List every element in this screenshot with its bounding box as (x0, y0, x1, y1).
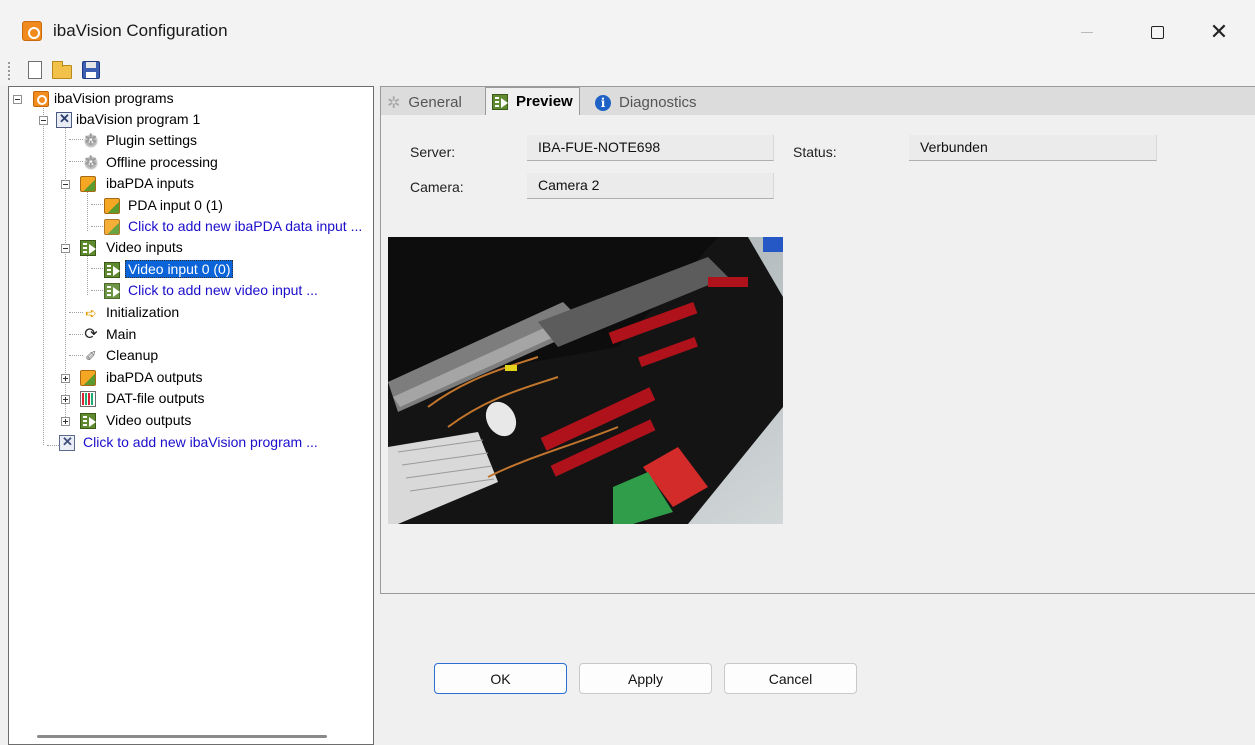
toolbar (0, 54, 1255, 86)
tree-item-label: Cleanup (106, 347, 159, 363)
add-program-icon (59, 434, 75, 451)
minimize-icon (1081, 31, 1093, 33)
save-button[interactable] (80, 59, 102, 81)
tree-item-label: ibaPDA outputs (106, 369, 203, 385)
tree-item-label: Main (106, 326, 137, 342)
tree-item-plugin-settings[interactable]: Plugin settings (9, 130, 369, 152)
tree-item-video-input-0[interactable]: Video input 0 (0) (9, 260, 369, 281)
open-file-button[interactable] (51, 59, 73, 81)
expand-icon[interactable] (61, 417, 70, 426)
title-bar: ibaVision Configuration ✕ (0, 0, 1255, 54)
pda-input-icon (80, 176, 96, 192)
tree-item-dat-outputs[interactable]: DAT-file outputs (9, 389, 369, 410)
tree-item-label: Initialization (106, 304, 180, 320)
tree-item-main[interactable]: ⟳ Main (9, 325, 369, 346)
add-pda-input-icon (104, 219, 120, 235)
camera-preview-image (388, 237, 783, 524)
close-button[interactable]: ✕ (1196, 12, 1242, 52)
status-field: Verbunden (909, 135, 1157, 161)
broom-icon: ✐ (85, 348, 97, 364)
apply-button[interactable]: Apply (579, 663, 712, 694)
tree-item-label: DAT-file outputs (106, 390, 205, 406)
tab-label: Diagnostics (619, 94, 697, 111)
cancel-button[interactable]: Cancel (724, 663, 857, 694)
new-file-icon (28, 61, 42, 79)
pda-output-icon (80, 370, 96, 386)
camera-preview-image (388, 237, 783, 524)
gear-icon (83, 152, 99, 172)
expand-icon[interactable] (61, 395, 70, 404)
tree-item-label: Click to add new ibaPDA data input ... (128, 218, 363, 234)
camera-field: Camera 2 (527, 173, 774, 199)
tree-item-video-inputs[interactable]: Video inputs (9, 238, 369, 259)
maximize-icon (1150, 25, 1164, 39)
collapse-icon[interactable] (61, 180, 70, 189)
tab-general[interactable]: ✲ General (387, 90, 462, 115)
server-label: Server: (410, 144, 456, 160)
program-icon (56, 111, 72, 128)
tree-item-label: ibaVision program 1 (76, 111, 201, 127)
tree-item-video-outputs[interactable]: Video outputs (9, 411, 369, 432)
tab-diagnostics[interactable]: i Diagnostics (595, 90, 697, 115)
save-icon (82, 61, 100, 79)
tree-item-label: Click to add new ibaVision program ... (83, 434, 318, 450)
video-input-icon (104, 262, 120, 278)
server-field: IBA-FUE-NOTE698 (527, 135, 774, 161)
tab-strip: ✲ General Preview i Diagnostics (381, 87, 1255, 115)
tree-item-ibavision-programs[interactable]: ibaVision programs (9, 89, 369, 110)
video-output-icon (80, 413, 96, 429)
collapse-icon[interactable] (39, 116, 48, 125)
refresh-icon: ⟳ (84, 326, 98, 343)
tree-item-label: ibaPDA inputs (106, 175, 194, 191)
tree-item-label: Video inputs (106, 239, 183, 255)
tree-item-pda-inputs[interactable]: ibaPDA inputs (9, 174, 369, 195)
tab-preview[interactable]: Preview (485, 87, 580, 115)
gear-icon: ✲ (387, 94, 401, 112)
toolbar-grip[interactable] (8, 62, 10, 80)
arrow-right-icon: ➪ (85, 305, 97, 321)
collapse-icon[interactable] (13, 95, 22, 104)
video-icon (492, 93, 508, 110)
tree-item-pda-outputs[interactable]: ibaPDA outputs (9, 368, 369, 389)
tree-item-label: Offline processing (106, 154, 218, 170)
tree-item-program-1[interactable]: ibaVision program 1 (9, 110, 369, 131)
expand-icon[interactable] (61, 374, 70, 383)
properties-pane: ✲ General Preview i Diagnostics Server: … (380, 86, 1255, 594)
minimize-button[interactable] (1064, 12, 1110, 52)
tree-item-add-program[interactable]: Click to add new ibaVision program ... (9, 433, 369, 454)
add-video-input-icon (104, 283, 120, 299)
tree-item-label: Video input 0 (0) (125, 260, 234, 278)
pda-input-icon (104, 198, 120, 214)
tree-item-pda-input-0[interactable]: PDA input 0 (1) (9, 196, 369, 217)
status-label: Status: (793, 144, 837, 160)
new-file-button[interactable] (24, 59, 46, 81)
tree-item-label: Plugin settings (106, 132, 198, 148)
info-icon: i (595, 94, 611, 111)
video-input-icon (80, 240, 96, 256)
tree-item-label: Video outputs (106, 412, 192, 428)
tree-item-label: ibaVision programs (54, 90, 174, 106)
ok-button[interactable]: OK (434, 663, 567, 694)
camera-label: Camera: (410, 179, 464, 195)
collapse-icon[interactable] (61, 244, 70, 253)
ibavision-icon (33, 91, 49, 107)
gear-icon (83, 130, 99, 150)
maximize-button[interactable] (1134, 12, 1180, 52)
close-icon: ✕ (1209, 19, 1229, 44)
tab-label: General (408, 94, 462, 111)
tree-item-label: Click to add new video input ... (128, 282, 318, 298)
tree-item-initialization[interactable]: ➪ Initialization (9, 303, 369, 324)
dat-file-icon (80, 391, 96, 407)
folder-open-icon (52, 61, 72, 79)
tree-item-cleanup[interactable]: ✐ Cleanup (9, 346, 369, 367)
tree-item-label: PDA input 0 (1) (128, 197, 223, 213)
program-tree[interactable]: ibaVision programs ibaVision program 1 P… (8, 86, 374, 745)
tree-item-add-pda-input[interactable]: Click to add new ibaPDA data input ... (9, 217, 373, 238)
horizontal-scrollbar[interactable] (37, 735, 327, 738)
tree-item-add-video-input[interactable]: Click to add new video input ... (9, 281, 369, 302)
window-title: ibaVision Configuration (53, 21, 228, 40)
app-icon (22, 21, 42, 41)
tree-item-offline-processing[interactable]: Offline processing (9, 152, 369, 174)
tab-label: Preview (516, 93, 573, 110)
